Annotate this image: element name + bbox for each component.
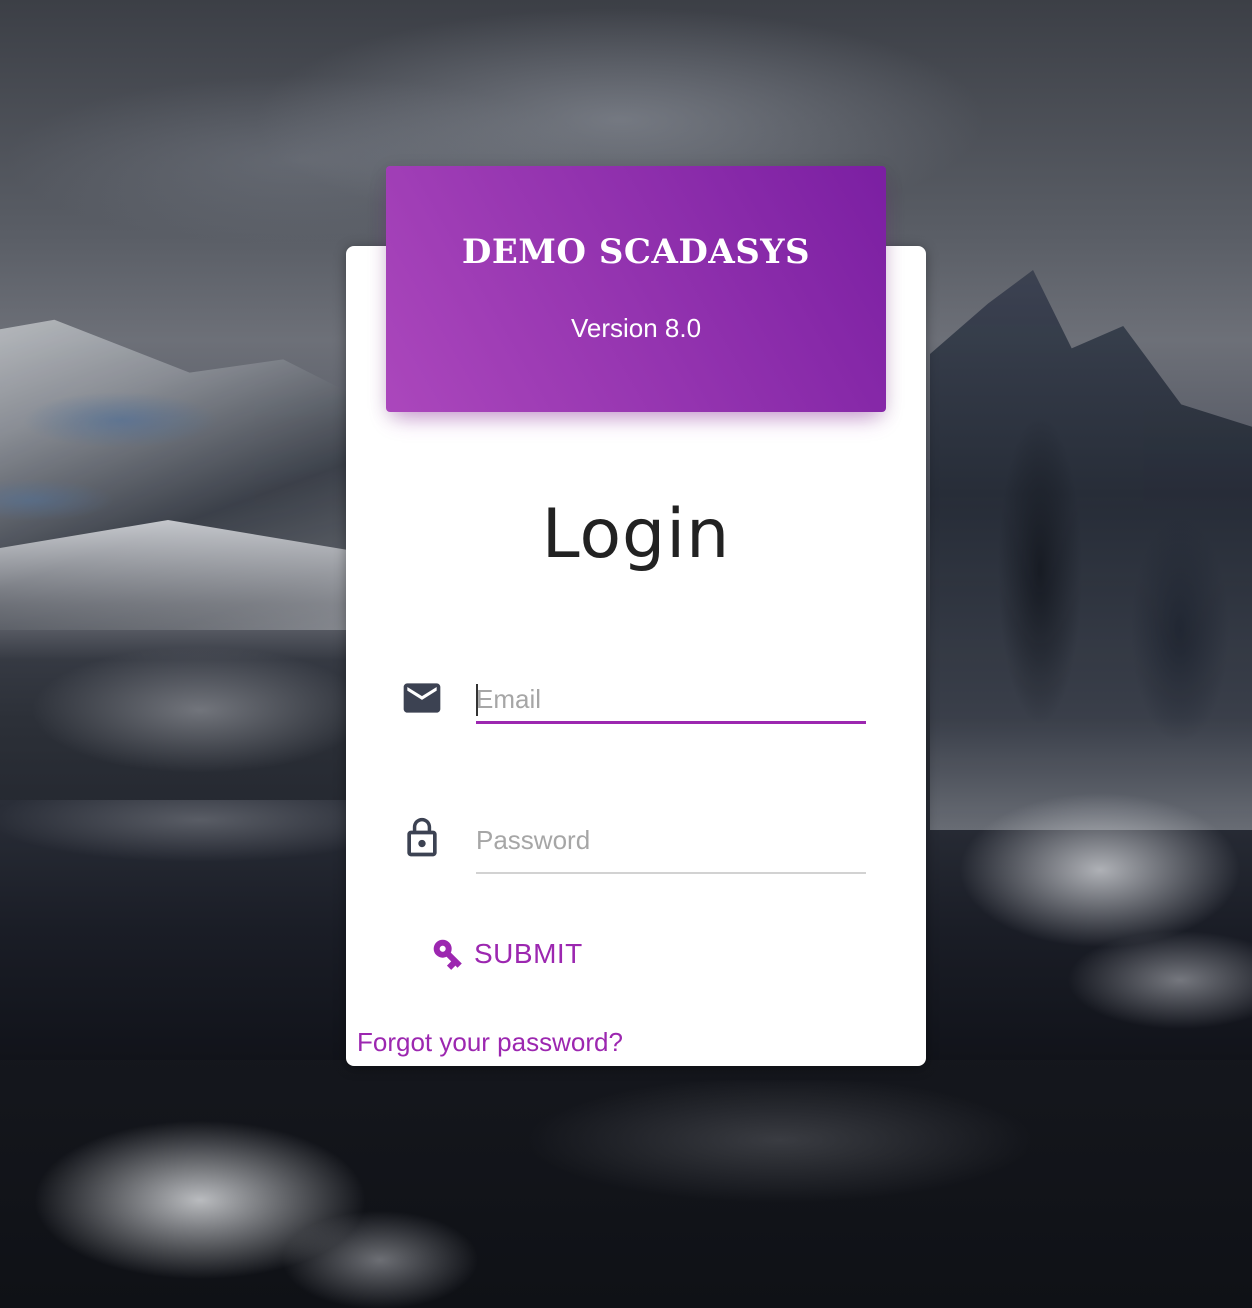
- background-shadow: [480, 1080, 1180, 1308]
- lock-icon: [400, 816, 444, 860]
- login-heading: Login: [541, 495, 731, 574]
- email-input[interactable]: [476, 676, 866, 722]
- email-field: [476, 676, 866, 724]
- background-foreground-mist: [0, 1060, 520, 1308]
- password-input[interactable]: [476, 815, 866, 865]
- app-title: DEMO SCADASYS: [461, 232, 811, 272]
- mail-icon: [400, 676, 444, 720]
- card-header: DEMO SCADASYS Version 8.0: [386, 166, 886, 412]
- email-underline: [476, 721, 866, 724]
- password-field: [476, 815, 866, 874]
- submit-button[interactable]: SUBMIT: [420, 928, 593, 980]
- text-caret: [476, 684, 478, 716]
- key-icon: [430, 936, 466, 972]
- app-version: Version 8.0: [570, 313, 702, 343]
- submit-label: SUBMIT: [474, 938, 583, 969]
- background-mist: [920, 720, 1252, 1040]
- password-underline: [476, 872, 866, 874]
- forgot-password-link[interactable]: Forgot your password?: [357, 1026, 623, 1058]
